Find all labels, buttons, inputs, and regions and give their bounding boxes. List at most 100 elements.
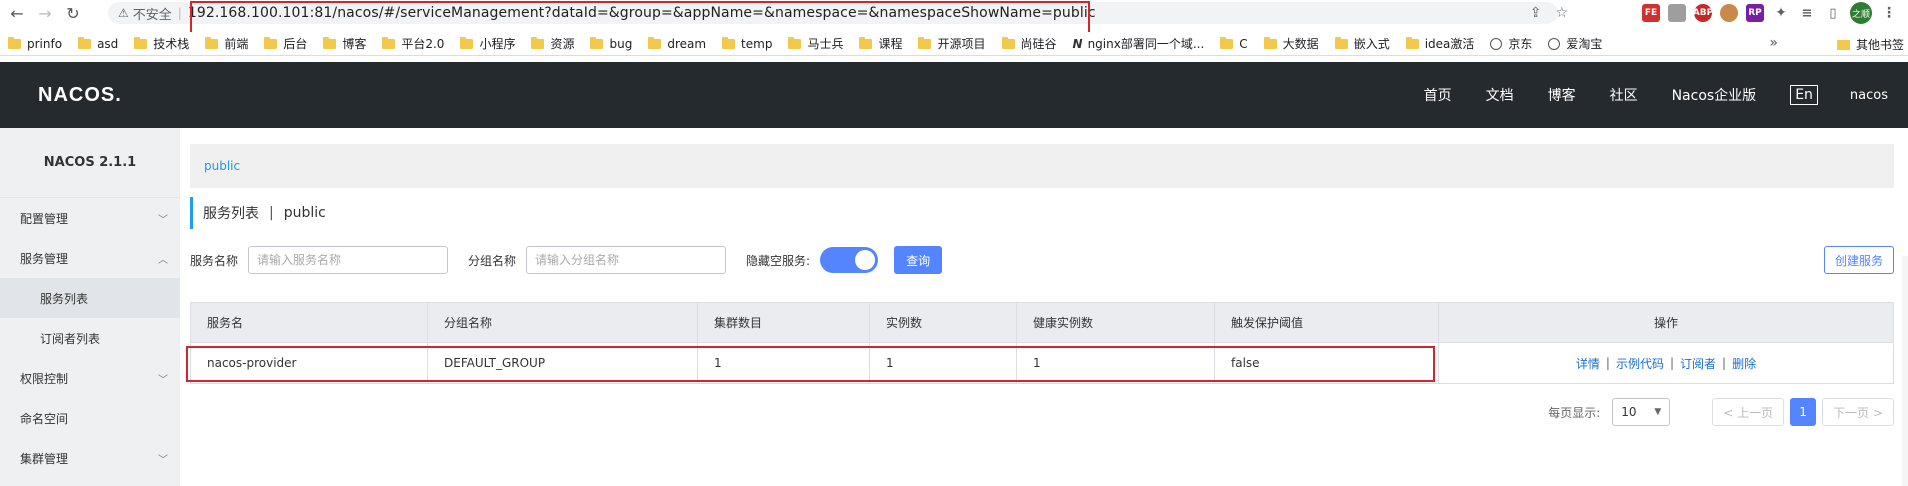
pagination: 每页显示: 10 ▼ < 上一页 1 下一页 > — [1548, 398, 1894, 426]
folder-icon — [78, 36, 92, 49]
bookmark-item[interactable]: C — [1220, 36, 1248, 51]
nav-blog[interactable]: 博客 — [1548, 85, 1576, 105]
browser-menu-icon[interactable]: ⋮ — [1880, 4, 1898, 22]
bookmark-item[interactable]: 平台2.0 — [382, 35, 444, 52]
reading-list-icon[interactable]: ≡ — [1798, 4, 1816, 22]
nav-community[interactable]: 社区 — [1610, 85, 1638, 105]
prev-page-button[interactable]: < 上一页 — [1712, 398, 1785, 426]
extension-rp-icon[interactable]: RP — [1746, 4, 1764, 22]
sidebar-item[interactable]: 服务管理 ︿ — [0, 238, 180, 278]
bookmark-item[interactable]: prinfo — [8, 36, 62, 51]
group-name-input[interactable] — [526, 246, 727, 274]
bookmarks-overflow-icon[interactable]: » — [1769, 35, 1778, 51]
bookmark-item[interactable]: 嵌入式 — [1334, 35, 1390, 52]
reload-icon[interactable]: ↻ — [62, 2, 84, 24]
bookmark-item[interactable]: 博客 — [323, 35, 366, 52]
bookmark-item[interactable]: 开源项目 — [918, 35, 986, 52]
bookmark-item[interactable]: asd — [78, 36, 118, 51]
nacos-logo[interactable]: NACOS. — [38, 84, 122, 107]
page-size-select[interactable]: 10 ▼ — [1612, 398, 1671, 426]
bookmark-label: 博客 — [342, 37, 367, 51]
bookmark-item[interactable]: 马士兵 — [788, 35, 843, 52]
sidebar-item[interactable]: 权限控制 ﹀ — [0, 358, 180, 398]
nginx-icon: N — [1072, 36, 1083, 51]
sample-code-link[interactable]: 示例代码 — [1616, 355, 1664, 372]
folder-icon — [590, 36, 604, 49]
bookmark-label: temp — [741, 36, 773, 51]
subscribers-link[interactable]: 订阅者 — [1680, 355, 1716, 372]
folder-icon — [1836, 39, 1850, 50]
chevron-down-icon: ﹀ — [158, 375, 168, 386]
profile-avatar[interactable]: 之顺 — [1850, 2, 1872, 24]
forward-arrow-icon[interactable]: → — [34, 2, 56, 24]
bookmark-item[interactable]: Nnginx部署同一个域... — [1073, 35, 1205, 52]
extension-abp-icon[interactable]: ABP — [1693, 4, 1713, 22]
bookmark-item[interactable]: 尚硅谷 — [1001, 35, 1057, 52]
bookmark-item[interactable]: 技术栈 — [134, 35, 189, 52]
language-toggle-button[interactable]: En — [1790, 85, 1818, 105]
bookmark-item[interactable]: 前端 — [205, 35, 248, 52]
folder-icon — [8, 36, 21, 49]
extension-image-icon[interactable] — [1668, 4, 1686, 22]
extension-cookie-icon[interactable] — [1720, 4, 1738, 22]
folder-icon — [1405, 36, 1419, 49]
url-highlight-box — [190, 1, 1090, 35]
insecure-label: 不安全 — [132, 7, 172, 23]
page-scrollbar[interactable] — [1902, 256, 1908, 486]
folder-icon — [1334, 36, 1348, 49]
other-bookmarks-label: 其他书签 — [1855, 38, 1904, 52]
sidebar-item[interactable]: 配置管理 ﹀ — [0, 198, 180, 238]
sidebar-item-label: 服务管理 — [20, 251, 69, 266]
share-icon[interactable]: ⇪ — [1530, 5, 1542, 21]
main-content: public 服务列表 | public 服务名称 分组名称 隐藏空服务: 查询… — [180, 128, 1908, 486]
bookmark-item[interactable]: dream — [648, 36, 706, 51]
bookmark-label: 后台 — [283, 37, 308, 51]
globe-icon — [1548, 37, 1561, 50]
row-highlight-box — [186, 346, 1435, 382]
bookmark-item[interactable]: bug — [590, 36, 632, 51]
sidebar-title: NACOS 2.1.1 — [0, 128, 180, 198]
bookmark-item[interactable]: 京东 — [1490, 35, 1532, 52]
sidebar-item[interactable]: 集群管理 ﹀ — [0, 438, 180, 478]
create-service-button[interactable]: 创建服务 — [1823, 246, 1894, 274]
bookmark-item[interactable]: 小程序 — [460, 35, 515, 52]
back-arrow-icon[interactable]: ← — [6, 2, 28, 24]
query-button[interactable]: 查询 — [894, 246, 943, 274]
service-name-label: 服务名称 — [190, 253, 239, 268]
extensions-puzzle-icon[interactable]: ✦ — [1772, 4, 1790, 22]
side-panel-icon[interactable]: ▯ — [1824, 4, 1842, 22]
bookmark-label: 资源 — [550, 37, 575, 51]
nav-home[interactable]: 首页 — [1424, 85, 1452, 105]
sidebar-item[interactable]: 命名空间 — [0, 398, 180, 438]
sidebar-item-label: 服务列表 — [40, 291, 89, 306]
top-nav: 首页 文档 博客 社区 Nacos企业版 En nacos — [1424, 62, 1908, 128]
bookmark-label: 开源项目 — [937, 37, 986, 51]
other-bookmarks[interactable]: 其他书签 — [1836, 36, 1904, 53]
bookmark-item[interactable]: idea激活 — [1405, 35, 1474, 52]
nav-enterprise[interactable]: Nacos企业版 — [1672, 85, 1757, 105]
bookmark-item[interactable]: 资源 — [531, 35, 574, 52]
star-icon[interactable]: ☆ — [1555, 5, 1568, 21]
details-link[interactable]: 详情 — [1576, 355, 1600, 372]
bookmark-item[interactable]: 爱淘宝 — [1548, 35, 1602, 52]
chevron-up-icon: ︿ — [158, 255, 168, 266]
address-actions: ⇪ ☆ — [1530, 5, 1568, 21]
sidebar-item[interactable]: 订阅者列表 — [0, 318, 180, 358]
extension-fe-icon[interactable]: FE — [1642, 4, 1660, 22]
bookmark-item[interactable]: 大数据 — [1263, 35, 1319, 52]
delete-link[interactable]: 删除 — [1732, 355, 1756, 372]
bookmark-item[interactable]: 课程 — [859, 35, 902, 52]
sidebar-item[interactable]: 服务列表 — [0, 278, 180, 318]
nav-docs[interactable]: 文档 — [1486, 85, 1514, 105]
bookmark-item[interactable]: temp — [722, 36, 773, 51]
hide-empty-toggle[interactable] — [820, 247, 879, 273]
bookmark-label: nginx部署同一个域... — [1087, 37, 1205, 51]
next-page-button[interactable]: 下一页 > — [1822, 398, 1894, 426]
service-name-input[interactable] — [248, 246, 449, 274]
page-number-current[interactable]: 1 — [1790, 398, 1817, 426]
namespace-tab-public[interactable]: public — [204, 159, 240, 173]
hide-empty-label: 隐藏空服务: — [746, 253, 811, 268]
bookmark-item[interactable]: 后台 — [264, 35, 307, 52]
user-menu[interactable]: nacos — [1850, 88, 1888, 103]
folder-icon — [323, 36, 337, 49]
